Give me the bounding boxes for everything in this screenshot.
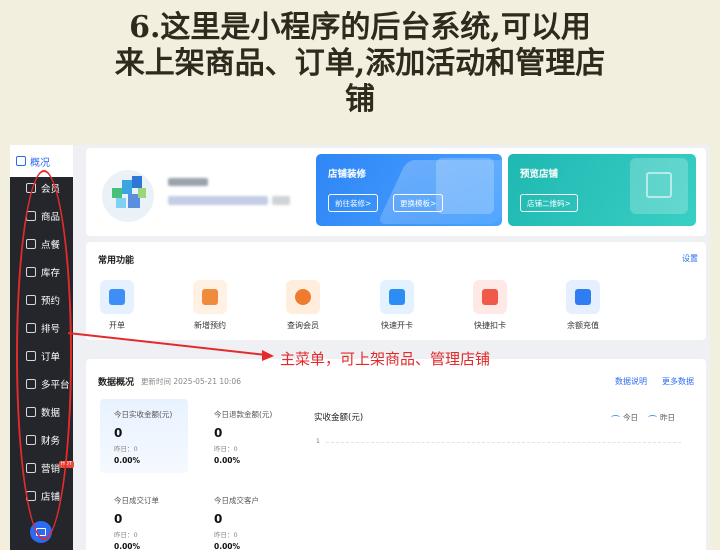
caption-line-1: 6.这里是小程序的后台系统,可以用 xyxy=(129,10,591,45)
func-billing[interactable]: 开单 xyxy=(84,280,150,331)
decoration-shape xyxy=(436,158,494,214)
stat-percent: 0.00% xyxy=(114,456,141,465)
chart-gridline xyxy=(326,442,681,443)
grid-icon xyxy=(16,156,26,166)
more-data-link[interactable]: 更多数据 xyxy=(662,376,694,387)
section-title: 数据概况 xyxy=(98,378,135,388)
func-query-member[interactable]: 查询会员 xyxy=(270,280,336,331)
legend-today[interactable]: 今日 xyxy=(611,412,638,423)
stat-percent: 0.00% xyxy=(214,456,241,465)
store-info-blurred xyxy=(168,196,268,205)
stat-value: 0 xyxy=(214,512,223,526)
func-quick-deduct[interactable]: 快捷扣卡 xyxy=(457,280,523,331)
settings-link[interactable]: 设置 xyxy=(682,253,698,264)
func-quick-open-card[interactable]: 快速开卡 xyxy=(364,280,430,331)
change-template-button[interactable]: 更换模板> xyxy=(393,194,444,212)
store-qr-button[interactable]: 店铺二维码> xyxy=(520,194,578,212)
wave-icon xyxy=(611,415,620,420)
stat-title: 今日成交订单 xyxy=(114,496,159,505)
func-balance-recharge[interactable]: 余额充值 xyxy=(550,280,616,331)
stat-percent: 0.00% xyxy=(114,542,141,550)
store-info-blurred xyxy=(272,196,290,205)
qr-code-icon xyxy=(646,172,672,198)
stat-today-customers[interactable]: 今日成交客户 0 昨日：0 0.00% xyxy=(214,495,259,550)
go-decorate-button[interactable]: 前往装修> xyxy=(328,194,379,212)
stat-today-income[interactable]: 今日实收金额(元) 0 昨日：0 0.00% xyxy=(114,409,172,465)
chart-tick-label: 1 xyxy=(316,438,320,445)
wave-icon xyxy=(648,415,657,420)
section-title: 常用功能 xyxy=(98,256,135,266)
promo-decorate: 店铺装修 前往装修> 更换模板> xyxy=(316,154,502,226)
legend-label: 昨日 xyxy=(660,413,675,422)
chart-title: 实收金额(元) xyxy=(314,413,364,423)
promo-preview: 预览店铺 店铺二维码> xyxy=(508,154,696,226)
legend-yesterday[interactable]: 昨日 xyxy=(648,412,675,423)
func-label: 查询会员 xyxy=(287,321,319,330)
data-explain-link[interactable]: 数据说明 xyxy=(615,376,647,387)
stat-title: 今日退款金额(元) xyxy=(214,410,273,419)
stat-title: 今日实收金额(元) xyxy=(114,410,173,419)
caption-line-3: 铺 xyxy=(345,82,375,117)
func-label: 快速开卡 xyxy=(381,321,413,330)
promo-title: 店铺装修 xyxy=(328,169,367,180)
stat-yesterday: 昨日：0 xyxy=(114,445,138,453)
stat-value: 0 xyxy=(114,426,123,440)
func-label: 快捷扣卡 xyxy=(474,321,506,330)
func-label: 开单 xyxy=(109,321,125,330)
store-logo xyxy=(102,170,154,222)
stat-yesterday: 昨日：0 xyxy=(214,445,238,453)
stat-value: 0 xyxy=(114,512,123,526)
stat-yesterday: 昨日：0 xyxy=(114,531,138,539)
update-time: 更新时间 2025-05-21 10:06 xyxy=(141,377,241,386)
stat-title: 今日成交客户 xyxy=(214,496,259,505)
sidebar-item-label: 概况 xyxy=(30,157,50,169)
data-overview-card: 数据概况 更新时间 2025-05-21 10:06 数据说明 更多数据 今日实… xyxy=(86,359,706,550)
stat-today-refund[interactable]: 今日退款金额(元) 0 昨日：0 0.00% xyxy=(214,409,272,465)
caption-title: 6.这里是小程序的后台系统,可以用 来上架商品、订单,添加活动和管理店 铺 xyxy=(0,10,720,118)
stat-today-orders[interactable]: 今日成交订单 0 昨日：0 0.00% xyxy=(114,495,159,550)
func-new-reservation[interactable]: 新增预约 xyxy=(177,280,243,331)
stat-percent: 0.00% xyxy=(214,542,241,550)
legend-label: 今日 xyxy=(623,413,638,422)
func-label: 新增预约 xyxy=(194,321,226,330)
store-name-blurred xyxy=(168,178,208,186)
annotation-text: 主菜单，可上架商品、管理店铺 xyxy=(280,350,491,368)
func-label: 余额充值 xyxy=(567,321,599,330)
annotation-ellipse xyxy=(16,170,72,540)
stat-yesterday: 昨日：0 xyxy=(214,531,238,539)
promo-title: 预览店铺 xyxy=(520,169,559,180)
stat-value: 0 xyxy=(214,426,223,440)
common-functions-card: 常用功能 设置 开单 新增预约 查询会员 快速开卡 快捷扣卡 余额充值 xyxy=(86,242,706,340)
caption-line-2: 来上架商品、订单,添加活动和管理店 xyxy=(114,46,606,81)
